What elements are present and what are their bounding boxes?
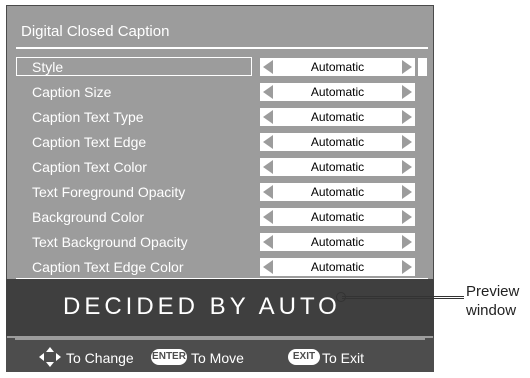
change-hint: To Change [66, 350, 134, 366]
menu-row[interactable]: Caption Text Color Automatic [16, 156, 428, 178]
menu-row-label: Caption Text Edge Color [32, 259, 184, 275]
value-selector[interactable]: Automatic [260, 183, 415, 201]
arrow-right-icon[interactable] [402, 260, 412, 274]
arrow-right-icon[interactable] [402, 60, 412, 74]
menu-row-label: Caption Text Color [32, 159, 147, 175]
menu-row-label: Text Background Opacity [32, 234, 188, 250]
value-selector[interactable]: Automatic [260, 83, 415, 101]
arrow-right-icon[interactable] [402, 210, 412, 224]
value-text: Automatic [310, 260, 365, 274]
arrow-right-icon[interactable] [402, 110, 412, 124]
row-end-cap [418, 258, 427, 276]
value-selector[interactable]: Automatic [260, 233, 415, 251]
arrow-right-icon[interactable] [402, 235, 412, 249]
callout-line1: Preview [466, 283, 520, 300]
arrow-right-icon[interactable] [402, 185, 412, 199]
value-text: Automatic [310, 110, 365, 124]
value-selector[interactable]: Automatic [260, 58, 415, 76]
menu-row-label: Text Foreground Opacity [32, 184, 186, 200]
footer-divider [15, 338, 425, 340]
footer-bar: To Change ENTER To Move EXIT To Exit [6, 338, 434, 372]
menu-title: Digital Closed Caption [21, 23, 170, 40]
menu-row-label: Background Color [32, 209, 145, 225]
value-text: Automatic [310, 60, 365, 74]
menu-row[interactable]: Caption Text Edge Automatic [16, 131, 428, 153]
row-end-cap [418, 233, 427, 251]
menu-row[interactable]: Caption Size Automatic [16, 81, 428, 103]
row-end-cap [418, 83, 427, 101]
value-text: Automatic [310, 85, 365, 99]
menu-row-label: Style [32, 59, 64, 75]
row-end-cap [418, 133, 427, 151]
value-selector[interactable]: Automatic [260, 133, 415, 151]
value-selector[interactable]: Automatic [260, 258, 415, 276]
row-end-cap [418, 108, 427, 126]
callout-line [342, 296, 464, 299]
menu-row[interactable]: Background Color Automatic [16, 206, 428, 228]
exit-hint: To Exit [322, 350, 365, 366]
arrow-right-icon[interactable] [402, 135, 412, 149]
value-text: Automatic [310, 160, 365, 174]
arrow-right-icon[interactable] [402, 160, 412, 174]
callout-label: Preview window [466, 282, 519, 320]
menu-row[interactable]: Caption Text Edge Color Automatic [16, 256, 428, 278]
menu-row-label: Caption Text Edge [32, 134, 147, 150]
row-end-cap [418, 183, 427, 201]
menu-row-label: Caption Size [32, 84, 112, 100]
preview-window: DECIDED BY AUTO [6, 279, 434, 336]
value-selector[interactable]: Automatic [260, 208, 415, 226]
exit-key-badge: EXIT [288, 349, 320, 365]
value-text: Automatic [310, 235, 365, 249]
menu-row-label: Caption Text Type [32, 109, 144, 125]
menu-row[interactable]: Style Automatic [16, 56, 428, 78]
row-end-cap [418, 58, 427, 76]
value-selector[interactable]: Automatic [260, 158, 415, 176]
move-hint: To Move [191, 350, 244, 366]
menu-row[interactable]: Text Background Opacity Automatic [16, 231, 428, 253]
title-divider [16, 47, 428, 49]
value-selector[interactable]: Automatic [260, 108, 415, 126]
row-end-cap [418, 208, 427, 226]
value-text: Automatic [310, 135, 365, 149]
value-text: Automatic [310, 210, 365, 224]
menu-row[interactable]: Text Foreground Opacity Automatic [16, 181, 428, 203]
preview-text: DECIDED BY AUTO [63, 293, 341, 320]
arrow-right-icon[interactable] [402, 85, 412, 99]
row-end-cap [418, 158, 427, 176]
callout-line2: window [466, 302, 517, 319]
value-text: Automatic [310, 185, 365, 199]
menu-row[interactable]: Caption Text Type Automatic [16, 106, 428, 128]
enter-key-badge: ENTER [151, 349, 187, 365]
dpad-icon [39, 347, 61, 367]
